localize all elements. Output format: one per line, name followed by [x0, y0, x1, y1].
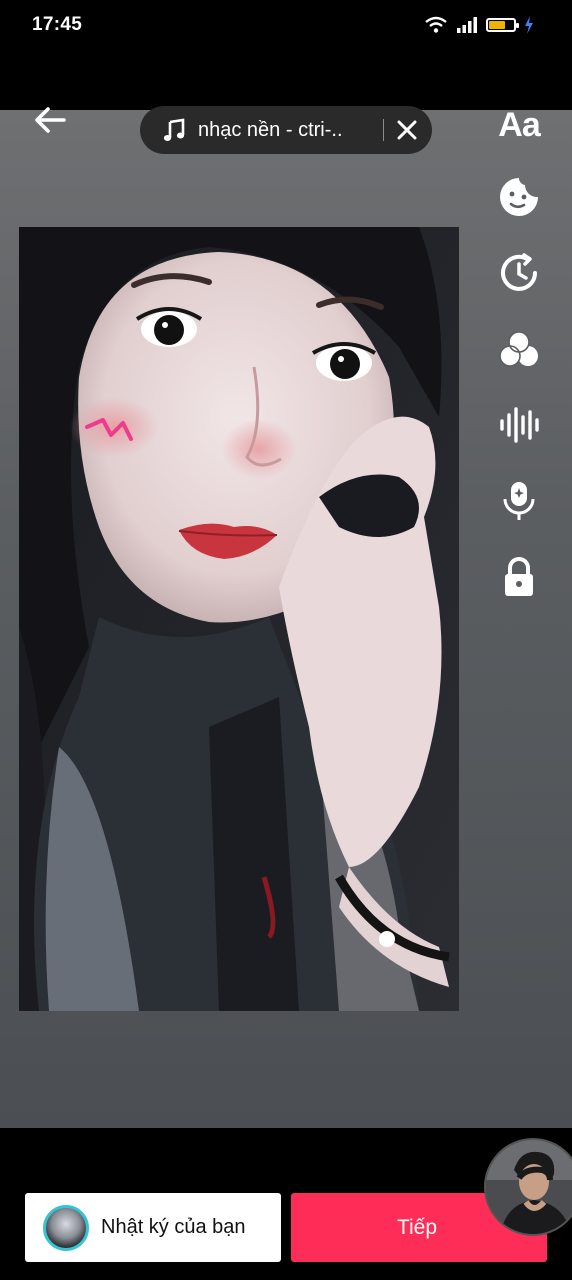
diary-label: Nhật ký của bạn — [101, 1216, 246, 1238]
battery-icon — [486, 18, 519, 32]
clock: 17:45 — [32, 14, 83, 35]
sticker-tool[interactable] — [492, 172, 546, 222]
effects-tool[interactable] — [492, 324, 546, 374]
photo-preview[interactable] — [19, 227, 459, 1011]
music-selector[interactable]: nhạc nền - ctri-.. — [140, 106, 432, 154]
microphone-icon — [503, 482, 535, 520]
voice-effects-tool[interactable] — [492, 400, 546, 450]
next-label: Tiếp — [396, 1215, 438, 1239]
timer-tool[interactable] — [492, 248, 546, 298]
divider — [383, 119, 384, 141]
your-diary-button[interactable]: Nhật ký của bạn — [25, 1193, 281, 1262]
sticker-icon — [500, 178, 538, 216]
timer-icon — [501, 253, 537, 291]
text-tool[interactable]: Aa — [492, 100, 546, 150]
portrait-image — [19, 227, 459, 1011]
waveform-icon — [500, 407, 539, 443]
music-title: nhạc nền - ctri-.. — [198, 118, 343, 141]
music-note-icon — [163, 118, 185, 141]
status-icons — [424, 14, 534, 36]
status-bar: 17:45 — [0, 0, 572, 50]
wifi-icon — [425, 16, 447, 33]
effects-icon — [499, 331, 538, 367]
voiceover-tool[interactable] — [492, 476, 546, 526]
back-arrow-icon — [35, 107, 66, 133]
lock-icon — [505, 557, 533, 596]
privacy-tool[interactable] — [492, 552, 546, 602]
signal-icon — [457, 17, 477, 33]
text-tool-label: Aa — [498, 105, 540, 144]
diary-avatar — [43, 1204, 89, 1251]
avatar-image — [486, 1140, 572, 1234]
floating-avatar[interactable] — [484, 1138, 572, 1236]
charging-icon — [525, 16, 533, 34]
back-button[interactable] — [30, 100, 70, 140]
remove-music-button[interactable] — [394, 117, 420, 143]
